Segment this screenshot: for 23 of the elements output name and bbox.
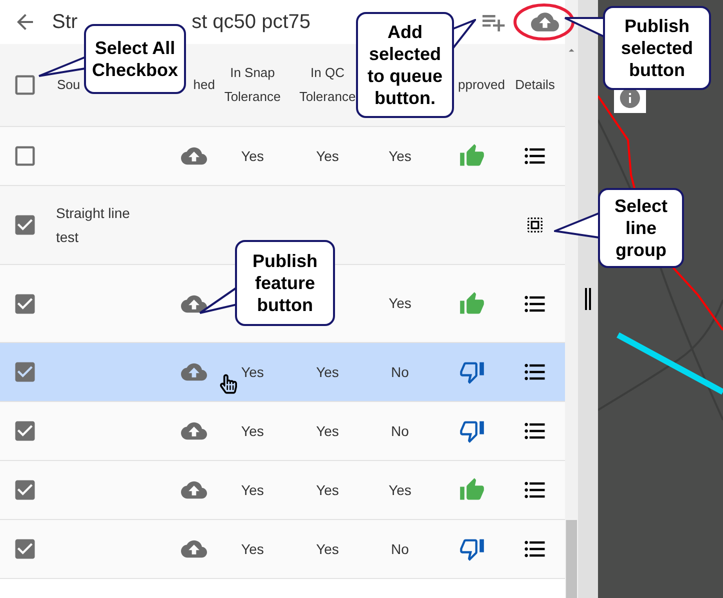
callout-text: Select line group — [613, 195, 669, 261]
table-cell-text: No — [391, 422, 409, 440]
table-cell-text: Yes — [388, 480, 412, 500]
table-cell-text: Yes — [241, 540, 264, 558]
table-cell-text: Yes — [241, 422, 264, 440]
table-cell-text: Yes — [241, 362, 264, 382]
table-cell-text: Yes — [241, 480, 264, 500]
table-cell-text: No — [391, 540, 409, 558]
group-label: Straight line test — [56, 204, 131, 247]
table-cell-text: Yes — [316, 540, 339, 558]
table-cell-text: Yes — [316, 480, 339, 500]
table-cell-text: Yes — [316, 362, 339, 382]
table-cell-text: Yes — [388, 294, 412, 313]
callout-text: Add selected to queue button. — [366, 21, 444, 109]
page-title: Str — [52, 10, 78, 35]
table-cell-text: Yes — [241, 146, 264, 166]
table-cell-text: Yes — [316, 146, 339, 166]
table-cell-text: Yes — [388, 146, 412, 166]
page-title: st qc50 pct75 — [192, 10, 311, 35]
callout-text: Publish selected button — [620, 15, 694, 81]
table-cell-text: Yes — [316, 422, 339, 440]
callout-text: Select All Checkbox — [90, 37, 180, 81]
table-cell-text: No — [391, 362, 409, 382]
